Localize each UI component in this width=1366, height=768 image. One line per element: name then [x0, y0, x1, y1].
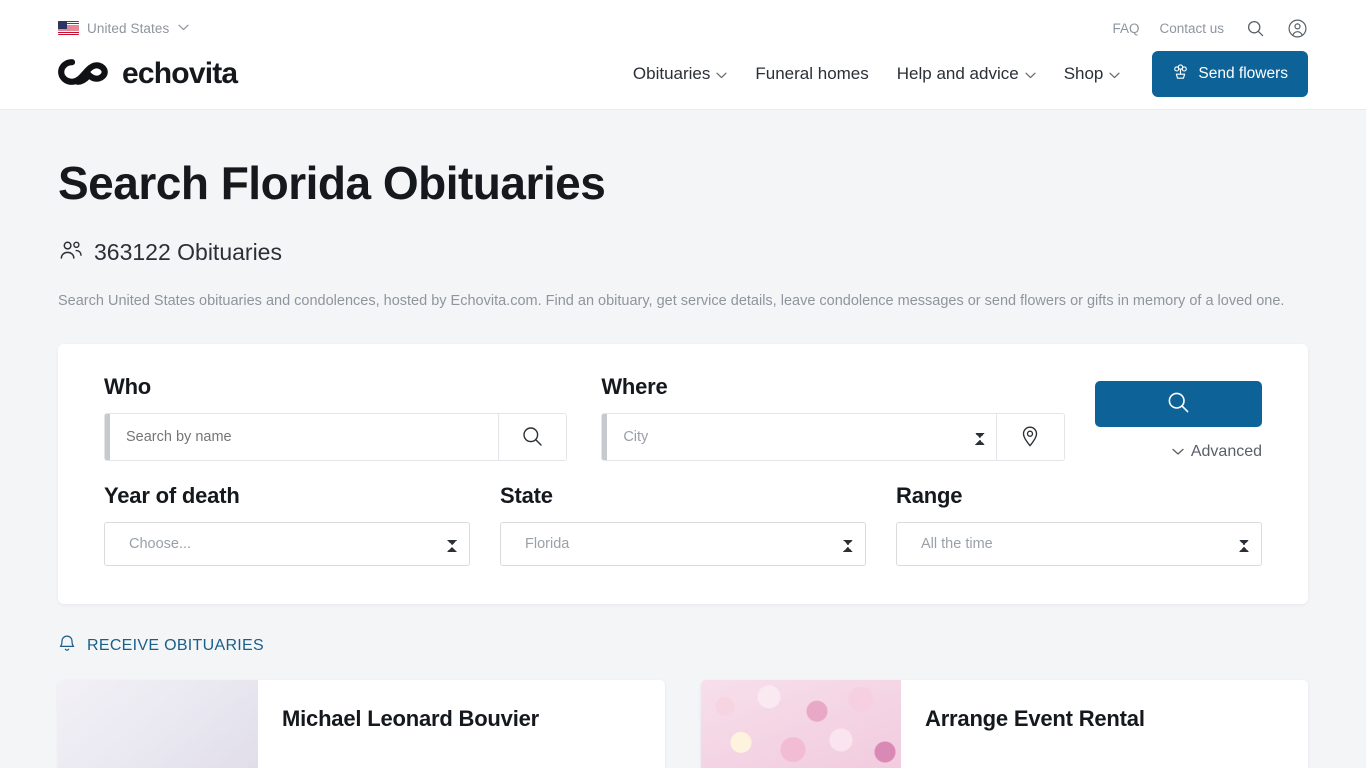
where-field-block: Where City — [601, 373, 1065, 461]
year-of-death-select[interactable]: Choose... — [104, 521, 470, 566]
flower-bouquet-icon — [1172, 63, 1189, 85]
search-action-column: Advanced — [1094, 380, 1263, 461]
search-primary-row: Who Where City — [104, 373, 1263, 461]
search-submit-button[interactable] — [1094, 380, 1263, 427]
where-input-group: City — [601, 412, 1065, 461]
chevron-down-icon — [1025, 69, 1036, 81]
send-flowers-label: Send flowers — [1198, 65, 1288, 82]
logo-text: echovita — [122, 57, 238, 90]
who-input-group — [104, 412, 568, 461]
year-of-death-label: Year of death — [104, 482, 240, 508]
chevron-down-icon — [1172, 446, 1184, 458]
chevron-down-icon — [716, 69, 727, 81]
user-account-icon[interactable] — [1286, 17, 1308, 39]
main-nav-bar: echovita Obituaries Funeral homes Help a… — [58, 46, 1308, 102]
promo-card-list: Michael Leonard Bouvier Arrange Event Re… — [58, 679, 1308, 768]
state-block: State Florida — [500, 483, 866, 566]
state-label: State — [500, 482, 553, 508]
page-content: Search Florida Obituaries 363122 Obituar… — [58, 110, 1308, 768]
faq-link[interactable]: FAQ — [1112, 21, 1139, 36]
us-flag-icon — [58, 21, 79, 35]
advanced-toggle[interactable]: Advanced — [1095, 443, 1262, 461]
list-item[interactable]: Michael Leonard Bouvier — [58, 679, 665, 768]
list-item[interactable]: Arrange Event Rental — [701, 679, 1308, 768]
search-by-name-input[interactable] — [110, 413, 499, 460]
header-container: United States FAQ Contact us echovita Ob… — [58, 0, 1308, 109]
range-select[interactable]: All the time — [896, 521, 1262, 566]
state-select[interactable]: Florida — [500, 521, 866, 566]
pink-flowers-thumbnail — [701, 679, 901, 768]
where-label: Where — [601, 373, 668, 399]
utility-links: FAQ Contact us — [1112, 17, 1308, 39]
utility-bar: United States FAQ Contact us — [58, 0, 1308, 46]
nav-label: Funeral homes — [755, 64, 869, 83]
who-field-block: Who — [104, 373, 568, 461]
obituary-count-text: 363122 Obituaries — [94, 238, 282, 265]
who-search-icon[interactable] — [498, 413, 567, 460]
nav-label: Shop — [1063, 64, 1104, 83]
nav-item-help-and-advice[interactable]: Help and advice — [897, 64, 1036, 84]
range-block: Range All the time — [896, 483, 1262, 566]
city-select[interactable]: City — [607, 413, 996, 460]
search-form-card: Who Where City — [58, 343, 1308, 604]
people-group-icon — [58, 240, 84, 265]
receive-obituaries-label: RECEIVE OBITUARIES — [87, 636, 264, 654]
card-title: Arrange Event Rental — [925, 705, 1145, 731]
advanced-label: Advanced — [1190, 442, 1263, 460]
nav-label: Help and advice — [896, 64, 1019, 83]
obituary-portrait-thumbnail — [58, 679, 258, 768]
country-selector[interactable]: United States — [58, 21, 189, 36]
search-icon[interactable] — [1244, 17, 1266, 39]
nav-item-funeral-homes[interactable]: Funeral homes — [755, 64, 868, 84]
page-title: Search Florida Obituaries — [58, 157, 606, 209]
nav-item-obituaries[interactable]: Obituaries — [633, 64, 727, 84]
primary-navigation: Obituaries Funeral homes Help and advice… — [633, 51, 1308, 97]
infinity-logo-icon — [58, 58, 112, 91]
site-header: United States FAQ Contact us echovita Ob… — [0, 0, 1366, 110]
range-label: Range — [896, 482, 963, 508]
who-label: Who — [104, 373, 152, 399]
site-logo[interactable]: echovita — [58, 57, 238, 91]
nav-label: Obituaries — [632, 64, 711, 83]
year-of-death-block: Year of death Choose... — [104, 483, 470, 566]
search-secondary-row: Year of death Choose... State Florida Ra… — [104, 483, 1262, 566]
obituary-count: 363122 Obituaries — [58, 239, 1308, 266]
send-flowers-button[interactable]: Send flowers — [1152, 51, 1308, 97]
receive-obituaries-link[interactable]: RECEIVE OBITUARIES — [58, 634, 1308, 658]
country-label: United States — [87, 20, 170, 36]
card-title: Michael Leonard Bouvier — [282, 705, 540, 731]
card-body: Arrange Event Rental — [901, 680, 1308, 768]
map-pin-icon[interactable] — [995, 413, 1064, 460]
search-icon — [1167, 391, 1190, 417]
card-body: Michael Leonard Bouvier — [258, 680, 665, 768]
page-description: Search United States obituaries and cond… — [58, 292, 1285, 309]
nav-item-shop[interactable]: Shop — [1064, 64, 1121, 84]
bell-icon — [58, 634, 76, 658]
contact-us-link[interactable]: Contact us — [1159, 21, 1224, 36]
chevron-down-icon — [178, 23, 189, 34]
chevron-down-icon — [1109, 69, 1120, 81]
